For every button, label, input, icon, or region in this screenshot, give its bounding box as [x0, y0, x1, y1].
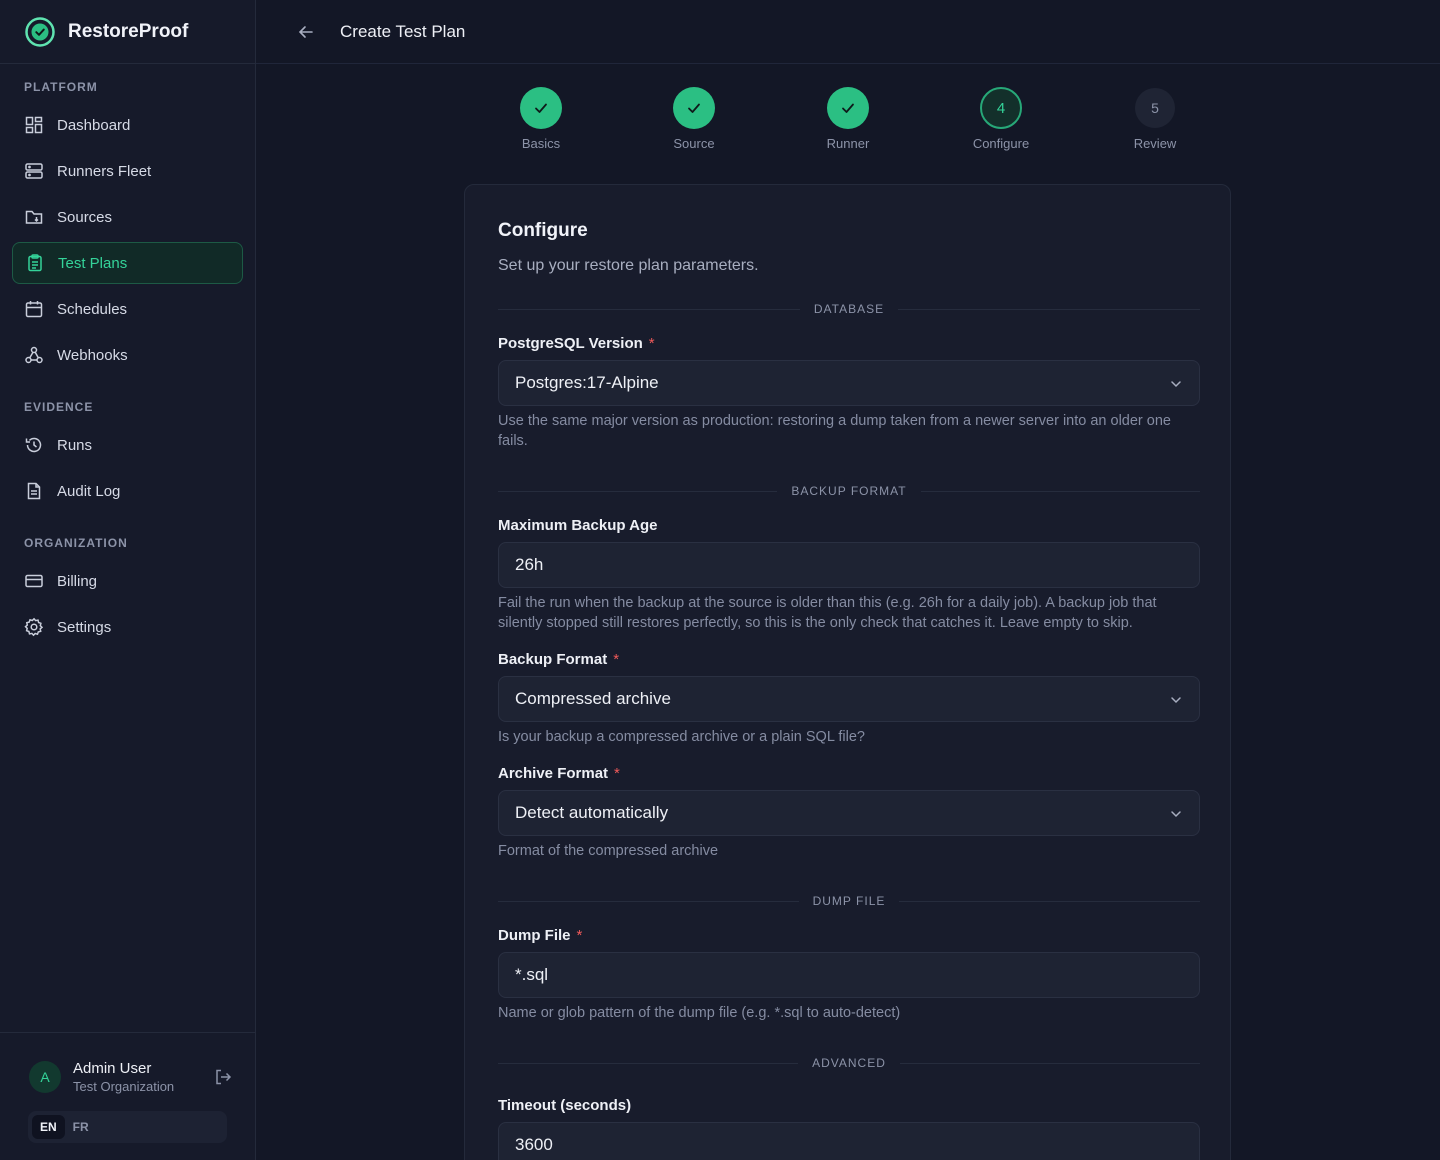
configure-card: Configure Set up your restore plan param… [464, 184, 1231, 1160]
sidebar-item-dashboard[interactable]: Dashboard [12, 104, 243, 146]
backup-format-label: Backup Format * [498, 651, 620, 668]
dashboard-icon [25, 116, 43, 134]
document-icon [27, 482, 41, 500]
sidebar-item-webhooks[interactable]: Webhooks [12, 334, 243, 376]
archive-format-select[interactable]: Detect automatically [498, 790, 1200, 836]
check-icon [535, 103, 547, 113]
chevron-down-icon [1171, 697, 1181, 704]
dump-file-help: Name or glob pattern of the dump file (e… [498, 1005, 901, 1021]
chevron-down-icon [1171, 811, 1181, 818]
step-configure[interactable]: 4 Configure [941, 87, 1061, 151]
page-title: Create Test Plan [340, 22, 466, 41]
sidebar-item-audit-log[interactable]: Audit Log [12, 470, 243, 512]
sidebar-item-label: Test Plans [58, 254, 128, 272]
max-backup-age-input[interactable]: 26h [498, 542, 1200, 588]
sidebar-item-label: Webhooks [57, 346, 128, 364]
clipboard-icon [28, 254, 42, 272]
sidebar-item-label: Settings [57, 618, 112, 636]
step-runner[interactable]: Runner [788, 87, 908, 151]
sidebar-item-settings[interactable]: Settings [12, 606, 243, 648]
section-label-dump-file: DUMP FILE [498, 894, 1200, 908]
avatar[interactable]: A [29, 1061, 61, 1093]
sidebar-item-billing[interactable]: Billing [12, 560, 243, 602]
required-mark: * [613, 651, 620, 668]
gear-icon [24, 617, 44, 637]
step-label: Basics [521, 136, 561, 151]
sidebar-item-label: Audit Log [57, 482, 121, 500]
step-source[interactable]: Source [634, 87, 754, 151]
backup-format-help: Is your backup a compressed archive or a… [498, 729, 865, 745]
sidebar-item-label: Runs [57, 436, 93, 454]
step-circle-done [673, 87, 715, 129]
section-label-database: DATABASE [498, 302, 1200, 316]
dump-file-input[interactable]: *.sql [498, 952, 1200, 998]
required-mark: * [576, 927, 583, 944]
required-mark: * [648, 335, 655, 352]
sidebar-item-sources[interactable]: Sources [12, 196, 243, 238]
step-label: Review [1133, 136, 1177, 151]
required-mark: * [614, 765, 620, 782]
webhook-icon [25, 346, 43, 364]
step-circle-current: 4 [980, 87, 1022, 129]
step-basics[interactable]: Basics [481, 87, 601, 151]
folder-icon [25, 210, 43, 224]
pg-version-select[interactable]: Postgres:17-Alpine [498, 360, 1200, 406]
step-label: Source [673, 136, 715, 151]
nav-section-platform: PLATFORM [24, 80, 98, 94]
check-icon [842, 103, 854, 113]
sidebar-item-runners-fleet[interactable]: Runners Fleet [12, 150, 243, 192]
max-backup-age-label: Maximum Backup Age [498, 517, 658, 534]
language-en[interactable]: EN [32, 1115, 65, 1139]
brand-name: RestoreProof [68, 20, 189, 42]
sidebar-item-label: Runners Fleet [57, 162, 152, 180]
back-arrow-icon[interactable] [296, 22, 316, 42]
brand[interactable]: RestoreProof [0, 0, 255, 64]
language-switcher: EN FR [28, 1111, 227, 1143]
check-icon [688, 103, 700, 113]
sidebar-item-label: Billing [57, 572, 98, 590]
credit-card-icon [25, 574, 43, 588]
sidebar-item-label: Dashboard [57, 116, 131, 134]
timeout-label: Timeout (seconds) [498, 1097, 632, 1114]
archive-format-label: Archive Format * [498, 765, 620, 782]
archive-format-help: Format of the compressed archive [498, 843, 719, 859]
pg-version-label: PostgreSQL Version * [498, 335, 655, 352]
calendar-icon [25, 301, 43, 318]
step-label: Configure [972, 136, 1030, 151]
user-panel: A Admin User Test Organization EN FR [0, 1032, 255, 1160]
user-name: Admin User [73, 1060, 152, 1077]
logout-icon[interactable] [213, 1067, 233, 1087]
logo-icon [25, 16, 55, 47]
sidebar-item-label: Schedules [57, 300, 128, 318]
step-review[interactable]: 5 Review [1095, 87, 1215, 151]
step-label: Runner [826, 136, 870, 151]
server-icon [25, 163, 43, 179]
language-fr[interactable]: FR [65, 1115, 97, 1139]
section-label-backup-format: BACKUP FORMAT [498, 484, 1200, 498]
chevron-down-icon [1171, 381, 1181, 388]
step-circle-done [827, 87, 869, 129]
user-organization: Test Organization [73, 1079, 175, 1094]
topbar: Create Test Plan [256, 0, 1440, 64]
dump-file-label: Dump File * [498, 927, 583, 944]
card-title: Configure [498, 220, 588, 241]
step-circle-done [520, 87, 562, 129]
nav-section-evidence: EVIDENCE [24, 400, 94, 414]
sidebar: RestoreProof PLATFORM Dashboard Runners … [0, 0, 256, 1160]
sidebar-item-runs[interactable]: Runs [12, 424, 243, 466]
sidebar-item-test-plans[interactable]: Test Plans [12, 242, 243, 284]
max-backup-age-help: Fail the run when the backup at the sour… [498, 595, 1157, 631]
card-subtitle: Set up your restore plan parameters. [498, 257, 759, 274]
history-icon [25, 437, 42, 453]
step-circle-pending: 5 [1135, 88, 1175, 128]
pg-version-help: Use the same major version as production… [498, 413, 1171, 449]
sidebar-item-schedules[interactable]: Schedules [12, 288, 243, 330]
section-label-advanced: ADVANCED [498, 1056, 1200, 1070]
sidebar-item-label: Sources [57, 208, 113, 226]
nav-section-organization: ORGANIZATION [24, 536, 128, 550]
timeout-input[interactable]: 3600 [498, 1122, 1200, 1160]
backup-format-select[interactable]: Compressed archive [498, 676, 1200, 722]
